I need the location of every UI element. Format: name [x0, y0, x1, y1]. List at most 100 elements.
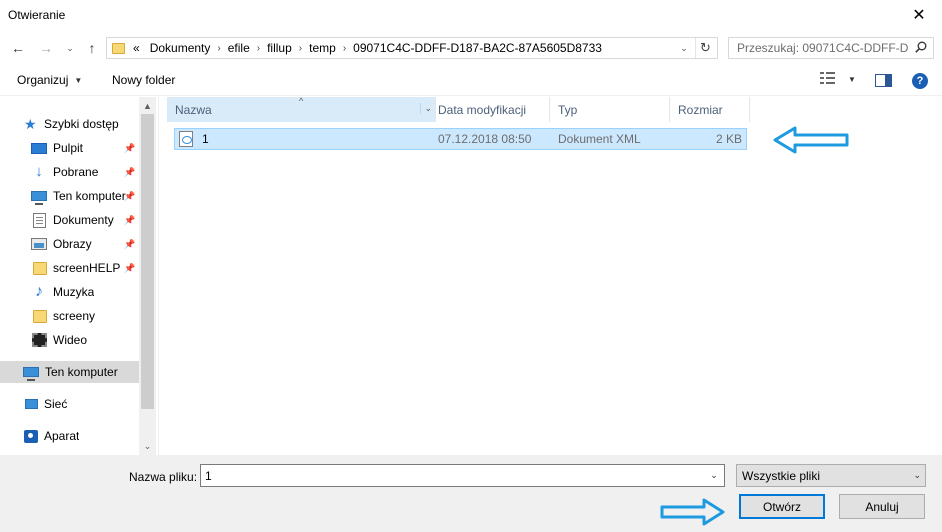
sidebar-item-camera[interactable]: Aparat — [0, 425, 139, 447]
file-date: 07.12.2018 08:50 — [438, 132, 532, 146]
pin-icon[interactable]: 📌 — [124, 215, 135, 226]
sidebar-item-label: screenHELP — [53, 261, 121, 275]
window-title: Otwieranie — [8, 8, 66, 22]
breadcrumb-efile[interactable]: efile — [228, 41, 250, 55]
search-icon[interactable] — [915, 41, 927, 56]
pin-icon[interactable]: 📌 — [124, 167, 135, 178]
computer-icon — [23, 367, 39, 381]
sidebar-item-screeny[interactable]: screeny — [0, 305, 139, 327]
sidebar-item-desktop[interactable]: Pulpit 📌 — [0, 137, 139, 159]
computer-icon — [31, 191, 47, 205]
file-name-label: Nazwa pliku: — [129, 470, 198, 484]
column-header-label: Nazwa — [175, 102, 212, 117]
change-view-button[interactable]: ▼ — [820, 72, 856, 86]
network-icon — [25, 399, 38, 409]
chevron-down-icon[interactable]: ⌄ — [675, 38, 693, 58]
pin-icon[interactable]: 📌 — [124, 263, 135, 274]
chevron-down-icon[interactable]: ⌄ — [706, 465, 722, 486]
organize-button[interactable]: Organizuj ▼ — [17, 73, 82, 87]
open-button[interactable]: Otwórz — [739, 494, 825, 519]
title-bar: Otwieranie ✕ — [0, 0, 942, 30]
column-headers: Nazwa ^ ⌄ Data modyfikacji Typ Rozmiar — [159, 96, 751, 122]
file-name-combobox[interactable]: ⌄ — [200, 464, 725, 487]
new-folder-button[interactable]: Nowy folder — [112, 73, 175, 87]
details-view-icon — [820, 72, 836, 86]
forward-arrow-icon[interactable]: → — [36, 38, 56, 58]
sidebar-item-this-pc[interactable]: Ten komputer — [0, 361, 139, 383]
file-size: 2 KB — [715, 132, 742, 146]
folder-icon — [112, 42, 125, 54]
sidebar-item-label: Muzyka — [53, 285, 95, 299]
table-row[interactable]: 1 07.12.2018 08:50 Dokument XML 2 KB — [174, 128, 747, 150]
sidebar-item-network[interactable]: Sieć — [0, 393, 139, 415]
sidebar-item-video[interactable]: Wideo — [0, 329, 139, 351]
cancel-button[interactable]: Anuluj — [839, 494, 925, 519]
sidebar-item-images[interactable]: Obrazy 📌 — [0, 233, 139, 255]
organize-label: Organizuj — [17, 73, 69, 87]
documents-icon — [33, 212, 46, 228]
up-arrow-icon[interactable]: ↑ — [82, 38, 102, 58]
column-header-type[interactable]: Typ — [550, 97, 670, 122]
sidebar-item-screenhelp[interactable]: screenHELP 📌 — [0, 257, 139, 279]
sidebar-item-label: Pulpit — [53, 141, 84, 155]
music-icon: ♪ — [35, 283, 43, 300]
scroll-down-icon[interactable]: ⌄ — [139, 438, 156, 455]
star-icon: ★ — [24, 116, 37, 132]
sidebar-item-music[interactable]: ♪ Muzyka — [0, 281, 139, 303]
recent-locations-chevron-icon[interactable]: ⌄ — [62, 38, 78, 58]
download-icon: ↓ — [35, 163, 43, 180]
sidebar-item-label: Aparat — [44, 429, 80, 443]
column-header-name[interactable]: Nazwa ^ ⌄ — [167, 96, 436, 122]
images-icon — [31, 238, 47, 250]
breadcrumb-guid-folder[interactable]: 09071C4C-DDFF-D187-BA2C-87A5605D8733 — [353, 41, 602, 55]
breadcrumb-overflow[interactable]: « — [133, 41, 140, 55]
xml-file-icon — [179, 131, 193, 147]
back-arrow-icon[interactable]: ← — [8, 38, 28, 58]
navigation-bar: ← → ⌄ ↑ « Dokumenty › efile › fillup › t… — [0, 34, 942, 62]
column-header-size[interactable]: Rozmiar — [670, 97, 750, 122]
sort-ascending-icon: ^ — [299, 96, 304, 106]
annotation-arrow-right-icon — [660, 498, 725, 526]
dialog-footer: Nazwa pliku: ⌄ Wszystkie pliki ⌄ Otwórz … — [0, 455, 942, 532]
breadcrumb-dokumenty[interactable]: Dokumenty — [150, 41, 211, 55]
pin-icon[interactable]: 📌 — [124, 239, 135, 250]
chevron-right-icon[interactable]: › — [299, 43, 302, 54]
caret-down-icon: ▼ — [74, 75, 83, 85]
sidebar-item-label: Pobrane — [53, 165, 99, 179]
chevron-right-icon[interactable]: › — [343, 43, 346, 54]
pin-icon[interactable]: 📌 — [124, 191, 135, 202]
sidebar-item-downloads[interactable]: ↓ Pobrane 📌 — [0, 161, 139, 183]
pin-icon[interactable]: 📌 — [124, 143, 135, 154]
sidebar-item-this-pc-pinned[interactable]: Ten komputer 📌 — [0, 185, 139, 207]
video-icon — [32, 333, 47, 347]
sidebar-item-label: Wideo — [53, 333, 88, 347]
column-header-date[interactable]: Data modyfikacji — [430, 97, 550, 122]
navigation-pane-scrollbar[interactable]: ▲ ⌄ — [139, 97, 156, 455]
sidebar-item-quick-access[interactable]: ★ Szybki dostęp — [0, 113, 139, 135]
search-input[interactable] — [737, 41, 909, 55]
refresh-icon[interactable]: ↻ — [695, 38, 715, 58]
breadcrumb-fillup[interactable]: fillup — [267, 41, 292, 55]
sidebar-item-documents[interactable]: Dokumenty 📌 — [0, 209, 139, 231]
scrollbar-thumb[interactable] — [141, 114, 154, 409]
preview-pane-icon[interactable] — [875, 74, 892, 87]
search-box[interactable] — [728, 37, 934, 59]
file-type-filter-select[interactable]: Wszystkie pliki ⌄ — [736, 464, 926, 487]
caret-down-icon: ▼ — [848, 74, 856, 84]
breadcrumb-temp[interactable]: temp — [309, 41, 336, 55]
folder-icon — [33, 309, 47, 323]
file-name-input[interactable] — [205, 468, 705, 483]
sidebar-item-label: Dokumenty — [53, 213, 114, 227]
help-icon[interactable]: ? — [912, 73, 928, 89]
close-icon[interactable]: ✕ — [896, 0, 942, 30]
address-bar[interactable]: « Dokumenty › efile › fillup › temp › 09… — [106, 37, 718, 59]
command-toolbar: Organizuj ▼ Nowy folder ▼ ? — [0, 66, 942, 96]
sidebar-item-label: Sieć — [44, 397, 68, 411]
file-type: Dokument XML — [558, 132, 641, 146]
sidebar-item-label: Ten komputer — [53, 189, 126, 203]
chevron-right-icon[interactable]: › — [257, 43, 260, 54]
scroll-up-icon[interactable]: ▲ — [139, 97, 156, 114]
folder-icon — [33, 261, 47, 275]
chevron-right-icon[interactable]: › — [217, 43, 220, 54]
file-type-filter-value: Wszystkie pliki — [742, 468, 821, 483]
